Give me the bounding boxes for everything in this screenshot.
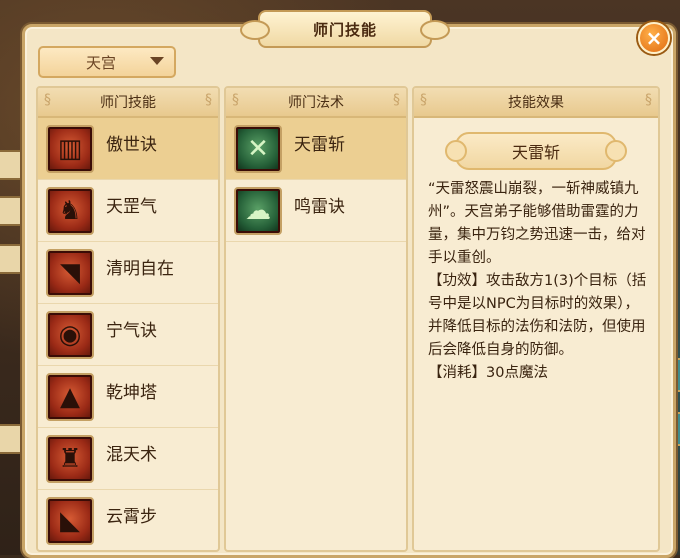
skill-row[interactable]: ◥ 清明自在 — [38, 242, 218, 304]
scroll-icon: ▥ — [46, 124, 94, 173]
effect-description: “天雷怒震山崩裂，一斩神威镇九州”。天宫弟子能够借助雷霆的力量，集中万钧之势迅速… — [428, 181, 647, 381]
skill-row[interactable]: ▲ 乾坤塔 — [38, 366, 218, 428]
skill-row[interactable]: ▥ 傲世诀 — [38, 118, 218, 180]
skill-row[interactable]: ♜ 混天术 — [38, 428, 218, 490]
skills-list: ▥ 傲世诀 ♞ 天罡气 ◥ 清明自在 ◉ 宁气诀 ▲ 乾坤塔 ♜ 混天术 ◣ 云霄步 — [38, 118, 218, 550]
spell-row[interactable]: ✕ 天雷斩 — [226, 118, 406, 180]
chevron-down-icon — [150, 57, 164, 65]
effect-title-banner: 天雷斩 — [445, 132, 627, 170]
spells-column-header: 师门法术 — [226, 88, 406, 118]
skill-name: 云霄步 — [106, 507, 157, 527]
close-icon: × — [645, 26, 663, 50]
boot-icon: ◣ — [46, 496, 94, 545]
skill-name: 天罡气 — [106, 197, 157, 217]
window-title-tab: 师门技能 — [240, 10, 450, 48]
skill-name: 清明自在 — [106, 259, 174, 279]
tower-icon: ♜ — [46, 434, 94, 483]
skill-name: 宁气诀 — [106, 321, 157, 341]
warrior-icon: ♞ — [46, 186, 94, 235]
orb-icon: ◉ — [46, 310, 94, 359]
pagoda-icon: ▲ — [46, 372, 94, 421]
spell-row[interactable]: ☁ 鸣雷诀 — [226, 180, 406, 242]
effect-title: 天雷斩 — [511, 143, 560, 162]
skills-column: 师门技能 ▥ 傲世诀 ♞ 天罡气 ◥ 清明自在 ◉ 宁气诀 ▲ 乾坤塔 ♜ 混天术 ◣ 云霄步 — [36, 86, 220, 552]
spells-column: 师门法术 ✕ 天雷斩 ☁ 鸣雷诀 — [224, 86, 408, 552]
skill-row[interactable]: ◉ 宁气诀 — [38, 304, 218, 366]
signal-icon: ◥ — [46, 248, 94, 297]
sect-dropdown[interactable]: 天宫 — [38, 46, 176, 78]
skill-name: 混天术 — [106, 445, 157, 465]
cloud-thunder-icon: ☁ — [234, 186, 282, 235]
skill-name: 傲世诀 — [106, 135, 157, 155]
spell-name: 鸣雷诀 — [294, 197, 345, 217]
thunder-blade-icon: ✕ — [234, 124, 282, 173]
spell-name: 天雷斩 — [294, 135, 345, 155]
effect-column-header: 技能效果 — [414, 88, 658, 118]
skill-row[interactable]: ♞ 天罡气 — [38, 180, 218, 242]
window-title: 师门技能 — [312, 20, 377, 39]
effect-column: 技能效果 天雷斩 “天雷怒震山崩裂，一斩神威镇九州”。天宫弟子能够借助雷霆的力量… — [412, 86, 660, 552]
close-button[interactable]: × — [638, 22, 670, 54]
skill-row[interactable]: ◣ 云霄步 — [38, 490, 218, 550]
spells-list: ✕ 天雷斩 ☁ 鸣雷诀 — [226, 118, 406, 242]
skill-name: 乾坤塔 — [106, 383, 157, 403]
skills-column-header: 师门技能 — [38, 88, 218, 118]
